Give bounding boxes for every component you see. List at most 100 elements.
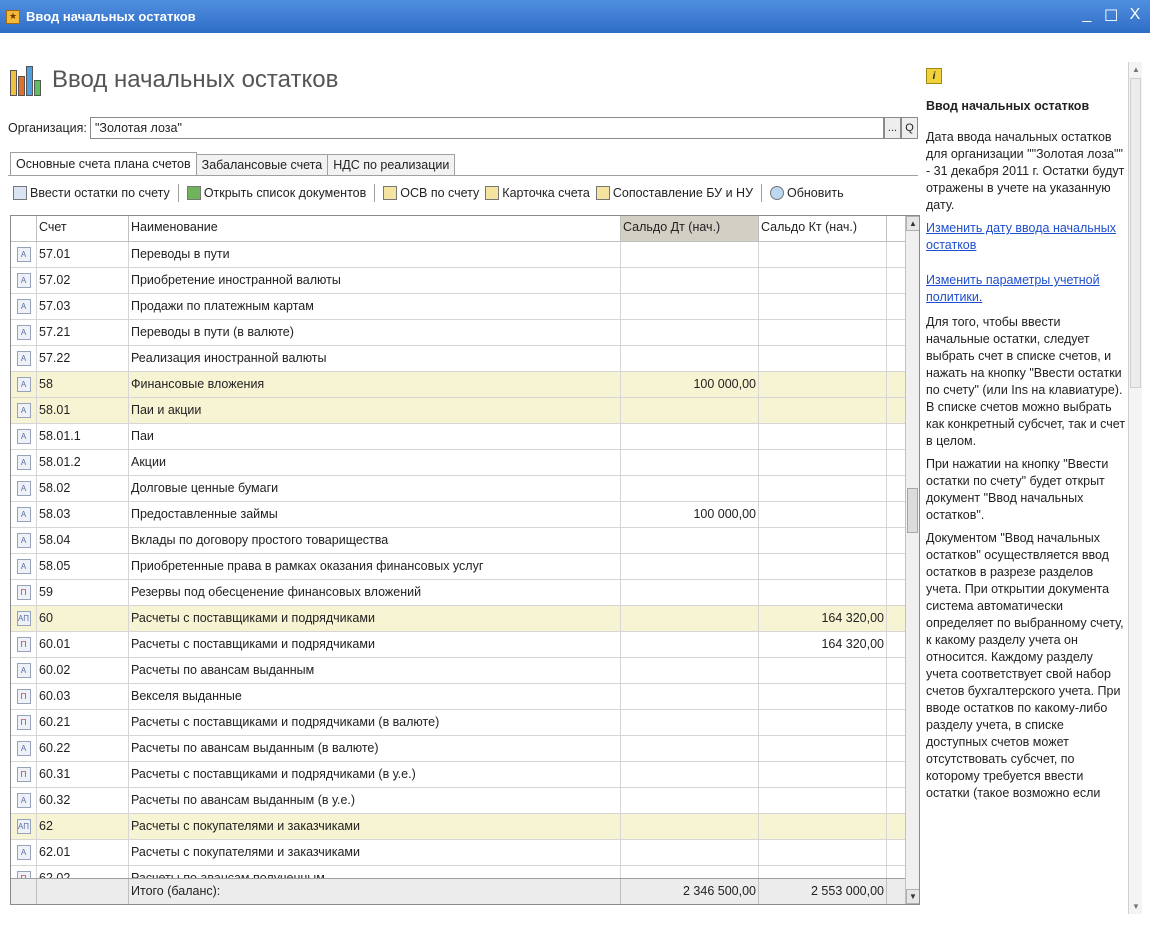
credit-cell[interactable] — [759, 268, 887, 293]
debit-cell[interactable] — [621, 606, 759, 631]
table-row[interactable]: П 60.21 Расчеты с поставщиками и подрядчик… — [11, 710, 919, 736]
debit-cell[interactable] — [621, 762, 759, 787]
header-credit[interactable]: Сальдо Кт (нач.) — [759, 216, 887, 241]
account-code-cell[interactable]: 57.02 — [37, 268, 129, 293]
scroll-up-arrow-icon[interactable]: ▲ — [1129, 62, 1143, 77]
account-code-cell[interactable]: 58.01 — [37, 398, 129, 423]
table-row[interactable]: A 60.22 Расчеты по авансам выданным (в вал… — [11, 736, 919, 762]
credit-cell[interactable] — [759, 762, 887, 787]
debit-cell[interactable] — [621, 424, 759, 449]
header-account[interactable]: Счет — [37, 216, 129, 241]
credit-cell[interactable] — [759, 684, 887, 709]
scroll-thumb[interactable] — [1130, 78, 1141, 388]
account-name-cell[interactable]: Расчеты с поставщиками и подрядчиками (в… — [129, 710, 621, 735]
credit-cell[interactable] — [759, 372, 887, 397]
account-name-cell[interactable]: Переводы в пути — [129, 242, 621, 267]
account-name-cell[interactable]: Расчеты по авансам выданным — [129, 658, 621, 683]
table-row[interactable]: A 58 Финансовые вложения 100 000,00 — [11, 372, 919, 398]
debit-cell[interactable] — [621, 684, 759, 709]
account-code-cell[interactable]: 60.22 — [37, 736, 129, 761]
osv-button[interactable]: ОСВ по счету — [380, 182, 482, 204]
credit-cell[interactable] — [759, 840, 887, 865]
account-name-cell[interactable]: Вклады по договору простого товарищества — [129, 528, 621, 553]
credit-cell[interactable] — [759, 294, 887, 319]
credit-cell[interactable] — [759, 710, 887, 735]
table-row[interactable]: A 57.22 Реализация иностранной валюты — [11, 346, 919, 372]
change-policy-link[interactable]: Изменить параметры учетной политики. — [926, 272, 1126, 306]
account-name-cell[interactable]: Расчеты с поставщиками и подрядчиками — [129, 606, 621, 631]
table-scrollbar[interactable]: ▲ ▼ — [905, 216, 919, 904]
debit-cell[interactable] — [621, 788, 759, 813]
account-code-cell[interactable]: 62 — [37, 814, 129, 839]
enter-balances-button[interactable]: Ввести остатки по счету — [10, 182, 173, 204]
debit-cell[interactable] — [621, 736, 759, 761]
account-code-cell[interactable]: 58.02 — [37, 476, 129, 501]
credit-cell[interactable] — [759, 814, 887, 839]
table-row[interactable]: АП 62 Расчеты с покупателями и заказчиками — [11, 814, 919, 840]
refresh-button[interactable]: Обновить — [767, 182, 847, 204]
debit-cell[interactable]: 100 000,00 — [621, 372, 759, 397]
account-name-cell[interactable]: Расчеты с поставщиками и подрядчиками — [129, 632, 621, 657]
debit-cell[interactable] — [621, 554, 759, 579]
table-row[interactable]: A 58.01.1 Паи — [11, 424, 919, 450]
table-row[interactable]: A 58.05 Приобретенные права в рамках оказа… — [11, 554, 919, 580]
debit-cell[interactable] — [621, 450, 759, 475]
debit-cell[interactable] — [621, 346, 759, 371]
debit-cell[interactable] — [621, 632, 759, 657]
table-row[interactable]: A 58.04 Вклады по договору простого товари… — [11, 528, 919, 554]
account-name-cell[interactable]: Реализация иностранной валюты — [129, 346, 621, 371]
credit-cell[interactable] — [759, 554, 887, 579]
account-code-cell[interactable]: 60 — [37, 606, 129, 631]
tab-offbalance-accounts[interactable]: Забалансовые счета — [195, 154, 329, 175]
account-name-cell[interactable]: Паи — [129, 424, 621, 449]
credit-cell[interactable]: 164 320,00 — [759, 606, 887, 631]
account-code-cell[interactable]: 58.01.2 — [37, 450, 129, 475]
organization-field[interactable]: "Золотая лоза" — [90, 117, 884, 139]
debit-cell[interactable] — [621, 580, 759, 605]
table-row[interactable]: A 62.01 Расчеты с покупателями и заказчика… — [11, 840, 919, 866]
account-name-cell[interactable]: Паи и акции — [129, 398, 621, 423]
table-row[interactable]: A 57.02 Приобретение иностранной валюты — [11, 268, 919, 294]
table-row[interactable]: A 57.03 Продажи по платежным картам — [11, 294, 919, 320]
account-code-cell[interactable]: 60.01 — [37, 632, 129, 657]
table-row[interactable]: П 60.03 Векселя выданные — [11, 684, 919, 710]
account-code-cell[interactable]: 58.05 — [37, 554, 129, 579]
credit-cell[interactable]: 164 320,00 — [759, 632, 887, 657]
tab-vat-sales[interactable]: НДС по реализации — [327, 154, 456, 175]
account-code-cell[interactable]: 60.32 — [37, 788, 129, 813]
account-code-cell[interactable]: 58 — [37, 372, 129, 397]
table-row[interactable]: A 60.02 Расчеты по авансам выданным — [11, 658, 919, 684]
account-code-cell[interactable]: 60.03 — [37, 684, 129, 709]
account-code-cell[interactable]: 57.21 — [37, 320, 129, 345]
credit-cell[interactable] — [759, 788, 887, 813]
scroll-down-arrow-icon[interactable]: ▼ — [906, 889, 919, 904]
account-card-button[interactable]: Карточка счета — [482, 182, 593, 204]
table-row[interactable]: A 57.21 Переводы в пути (в валюте) — [11, 320, 919, 346]
info-scrollbar[interactable]: ▲ ▼ — [1128, 62, 1142, 914]
account-code-cell[interactable]: 58.04 — [37, 528, 129, 553]
tab-main-accounts[interactable]: Основные счета плана счетов — [10, 152, 197, 175]
credit-cell[interactable] — [759, 502, 887, 527]
account-name-cell[interactable]: Финансовые вложения — [129, 372, 621, 397]
organization-search-icon[interactable]: Q — [901, 117, 918, 139]
close-button[interactable]: X — [1128, 6, 1142, 26]
account-code-cell[interactable]: 60.31 — [37, 762, 129, 787]
table-row[interactable]: A 60.32 Расчеты по авансам выданным (в у.е… — [11, 788, 919, 814]
account-name-cell[interactable]: Долговые ценные бумаги — [129, 476, 621, 501]
account-name-cell[interactable]: Продажи по платежным картам — [129, 294, 621, 319]
debit-cell[interactable] — [621, 658, 759, 683]
header-debit[interactable]: Сальдо Дт (нач.) — [621, 216, 759, 241]
account-name-cell[interactable]: Расчеты с поставщиками и подрядчиками (в… — [129, 762, 621, 787]
credit-cell[interactable] — [759, 346, 887, 371]
account-code-cell[interactable]: 57.01 — [37, 242, 129, 267]
account-code-cell[interactable]: 58.03 — [37, 502, 129, 527]
credit-cell[interactable] — [759, 398, 887, 423]
account-name-cell[interactable]: Векселя выданные — [129, 684, 621, 709]
scroll-thumb[interactable] — [907, 488, 918, 533]
credit-cell[interactable] — [759, 450, 887, 475]
debit-cell[interactable] — [621, 710, 759, 735]
accounts-table[interactable]: Счет Наименование Сальдо Дт (нач.) Сальд… — [10, 215, 920, 905]
debit-cell[interactable] — [621, 840, 759, 865]
account-code-cell[interactable]: 59 — [37, 580, 129, 605]
table-row[interactable]: A 58.01 Паи и акции — [11, 398, 919, 424]
